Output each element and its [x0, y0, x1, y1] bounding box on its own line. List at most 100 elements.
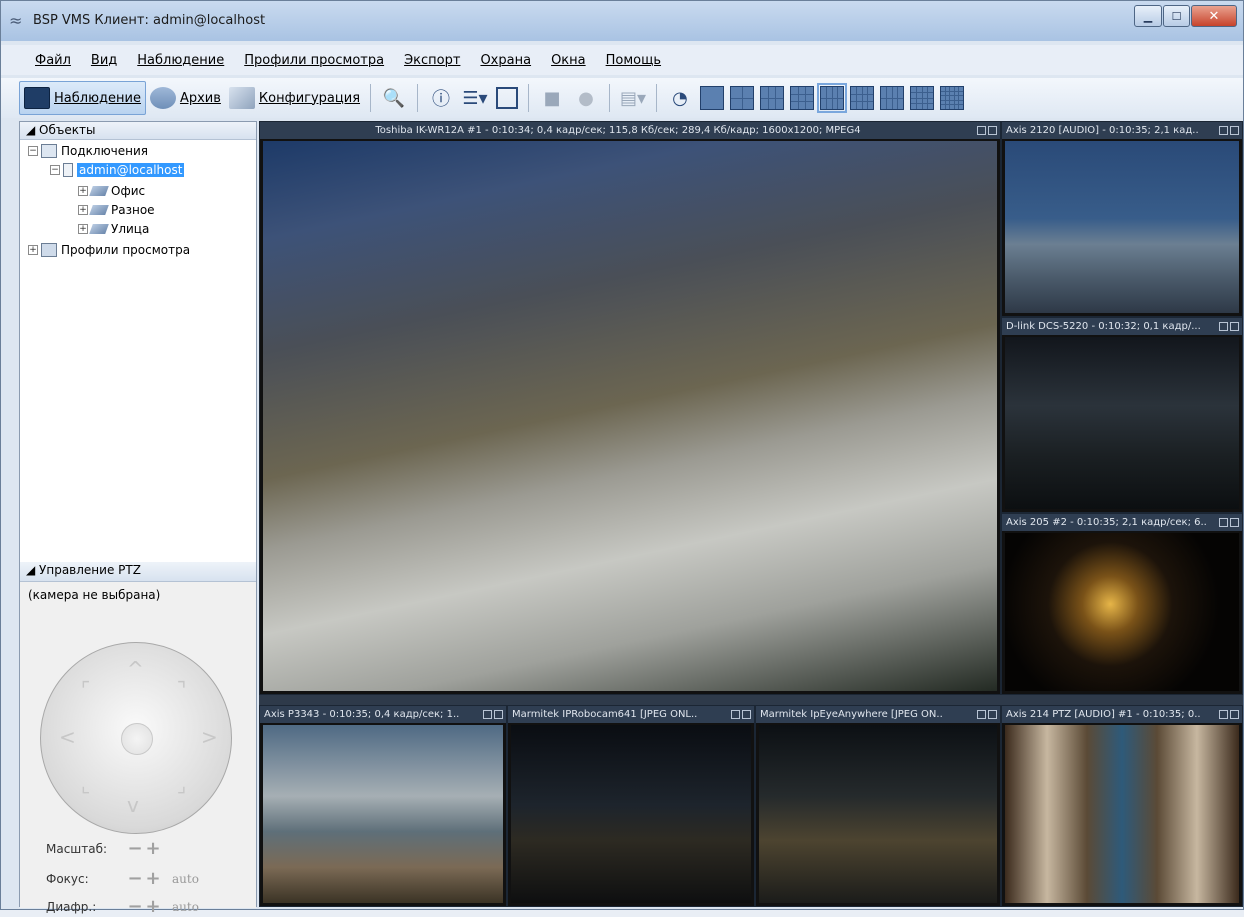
layout-2x2-icon[interactable] — [730, 86, 755, 110]
camera-title: Toshiba IK-WR12A #1 - 0:10:34; 0,4 кадр/… — [260, 122, 1000, 139]
list-dropdown-icon[interactable]: ☰▾ — [462, 85, 488, 111]
tree-node-group-street[interactable]: + Улица — [78, 222, 149, 236]
camera-window-icon[interactable] — [977, 126, 986, 135]
menu-view[interactable]: Вид — [91, 53, 117, 68]
monitoring-button[interactable]: Наблюдение — [19, 81, 146, 115]
focus-plus-button[interactable]: + — [144, 868, 162, 889]
layout-4x4-icon[interactable] — [910, 86, 935, 110]
alarm-icon[interactable]: ⓘ — [428, 85, 454, 111]
camera-window-icon[interactable] — [483, 710, 492, 719]
iris-auto-button[interactable]: auto — [172, 900, 199, 914]
maximize-button[interactable]: ☐ — [1163, 5, 1190, 27]
camera-title: Marmitek IpEyeAnywhere [JPEG ON.. — [756, 706, 1000, 723]
camera-tile[interactable]: D-link DCS-5220 - 0:10:32; 0,1 кадр/... — [1001, 317, 1243, 513]
collapse-icon[interactable]: − — [50, 165, 60, 175]
group-icon — [89, 205, 109, 215]
layout-3x3-icon[interactable] — [790, 86, 815, 110]
camera-maximize-icon[interactable] — [1230, 126, 1239, 135]
iris-plus-button[interactable]: + — [144, 896, 162, 917]
layout-1plus7-icon[interactable] — [817, 83, 848, 113]
zoom-row: Масштаб: − + — [46, 838, 162, 859]
camera-maximize-icon[interactable] — [1230, 322, 1239, 331]
menu-help[interactable]: Помощь — [606, 53, 661, 68]
window-title: BSP VMS Клиент: admin@localhost — [33, 13, 266, 28]
arrow-down-right-icon: ⌟ — [177, 773, 187, 797]
zoom-out-button[interactable]: − — [126, 838, 144, 859]
objects-panel-header[interactable]: ◢ Объекты — [20, 122, 256, 140]
camera-maximize-icon[interactable] — [742, 710, 751, 719]
layout-2plus8-icon[interactable] — [880, 86, 905, 110]
camera-video-frame — [263, 725, 503, 903]
camera-maximize-icon[interactable] — [988, 126, 997, 135]
group-icon — [89, 186, 109, 196]
archive-button[interactable]: Архив — [146, 81, 225, 115]
camera-window-icon[interactable] — [1219, 710, 1228, 719]
camera-tile-main[interactable]: Toshiba IK-WR12A #1 - 0:10:34; 0,4 кадр/… — [259, 121, 1001, 695]
camera-window-icon[interactable] — [731, 710, 740, 719]
camera-tile[interactable]: Axis 2120 [AUDIO] - 0:10:35; 2,1 кад.. — [1001, 121, 1243, 317]
tree-node-server[interactable]: − admin@localhost — [50, 163, 185, 177]
toolbar-separator — [417, 84, 419, 112]
record-icon[interactable]: ● — [573, 85, 599, 111]
layout-1plus5-icon[interactable] — [760, 86, 785, 110]
iris-minus-button[interactable]: − — [126, 896, 144, 917]
menu-monitoring[interactable]: Наблюдение — [137, 53, 224, 68]
camera-title: Marmitek IPRobocam641 [JPEG ONL.. — [508, 706, 754, 723]
expand-icon[interactable]: + — [78, 205, 88, 215]
collapse-icon[interactable]: − — [28, 146, 38, 156]
group-icon — [89, 224, 109, 234]
menu-export[interactable]: Экспорт — [404, 53, 460, 68]
cycle-icon[interactable]: ◔ — [667, 85, 693, 111]
toolbar-separator — [609, 84, 611, 112]
toolbar-separator — [656, 84, 658, 112]
tree-label: Подключения — [61, 144, 149, 158]
tree-node-group-office[interactable]: + Офис — [78, 184, 145, 198]
toolbar-separator — [370, 84, 372, 112]
expand-icon[interactable]: + — [78, 224, 88, 234]
layout-4x3-icon[interactable] — [850, 86, 875, 110]
camera-tile[interactable]: Axis P3343 - 0:10:35; 0,4 кадр/сек; 1.. — [259, 705, 507, 907]
monitor-icon — [24, 87, 50, 109]
ptz-panel-header[interactable]: ◢ Управление PTZ — [20, 562, 256, 582]
focus-auto-button[interactable]: auto — [172, 872, 199, 886]
server-icon — [63, 163, 73, 177]
sequence-dropdown-icon[interactable]: ▤▾ — [620, 85, 646, 111]
menu-file[interactable]: Файл — [35, 53, 71, 68]
layout-5x5-icon[interactable] — [940, 86, 965, 110]
search-icon[interactable]: 🔍 — [381, 85, 407, 111]
left-panel: ◢ Объекты − Подключения − admin@localhos… — [19, 121, 257, 917]
ptz-joystick[interactable]: ^ v < > ⌜ ⌝ ⌞ ⌟ — [40, 642, 232, 834]
snapshot-icon[interactable]: ■ — [539, 85, 565, 111]
camera-maximize-icon[interactable] — [494, 710, 503, 719]
camera-tile[interactable]: Axis 205 #2 - 0:10:35; 2,1 кадр/сек; 6.. — [1001, 513, 1243, 695]
configuration-button[interactable]: Конфигурация — [225, 81, 364, 115]
layout-1x1-icon[interactable] — [700, 86, 725, 110]
menu-windows[interactable]: Окна — [551, 53, 586, 68]
camera-window-icon[interactable] — [1219, 518, 1228, 527]
objects-tree: − Подключения − admin@localhost + Офис +… — [20, 140, 256, 560]
camera-maximize-icon[interactable] — [988, 710, 997, 719]
tree-node-group-misc[interactable]: + Разное — [78, 203, 155, 217]
tree-node-view-profiles[interactable]: + Профили просмотра — [28, 243, 190, 257]
expand-icon[interactable]: + — [28, 245, 38, 255]
menu-security[interactable]: Охрана — [480, 53, 531, 68]
minimize-button[interactable]: ▁ — [1134, 5, 1162, 27]
fullscreen-icon[interactable] — [496, 87, 519, 109]
tree-node-connections[interactable]: − Подключения — [28, 144, 148, 158]
joystick-center[interactable] — [121, 723, 153, 755]
camera-window-icon[interactable] — [977, 710, 986, 719]
camera-window-icon[interactable] — [1219, 126, 1228, 135]
focus-minus-button[interactable]: − — [126, 868, 144, 889]
camera-maximize-icon[interactable] — [1230, 518, 1239, 527]
camera-window-icon[interactable] — [1219, 322, 1228, 331]
menu-view-profiles[interactable]: Профили просмотра — [244, 53, 384, 68]
focus-row: Фокус: − + auto — [46, 868, 199, 889]
zoom-in-button[interactable]: + — [144, 838, 162, 859]
camera-tile[interactable]: Marmitek IPRobocam641 [JPEG ONL.. — [507, 705, 755, 907]
expand-icon[interactable]: + — [78, 186, 88, 196]
close-button[interactable]: ✕ — [1191, 5, 1237, 27]
camera-maximize-icon[interactable] — [1230, 710, 1239, 719]
camera-tile[interactable]: Axis 214 PTZ [AUDIO] #1 - 0:10:35; 0.. — [1001, 705, 1243, 907]
camera-title: Axis 214 PTZ [AUDIO] #1 - 0:10:35; 0.. — [1002, 706, 1242, 723]
camera-tile[interactable]: Marmitek IpEyeAnywhere [JPEG ON.. — [755, 705, 1001, 907]
